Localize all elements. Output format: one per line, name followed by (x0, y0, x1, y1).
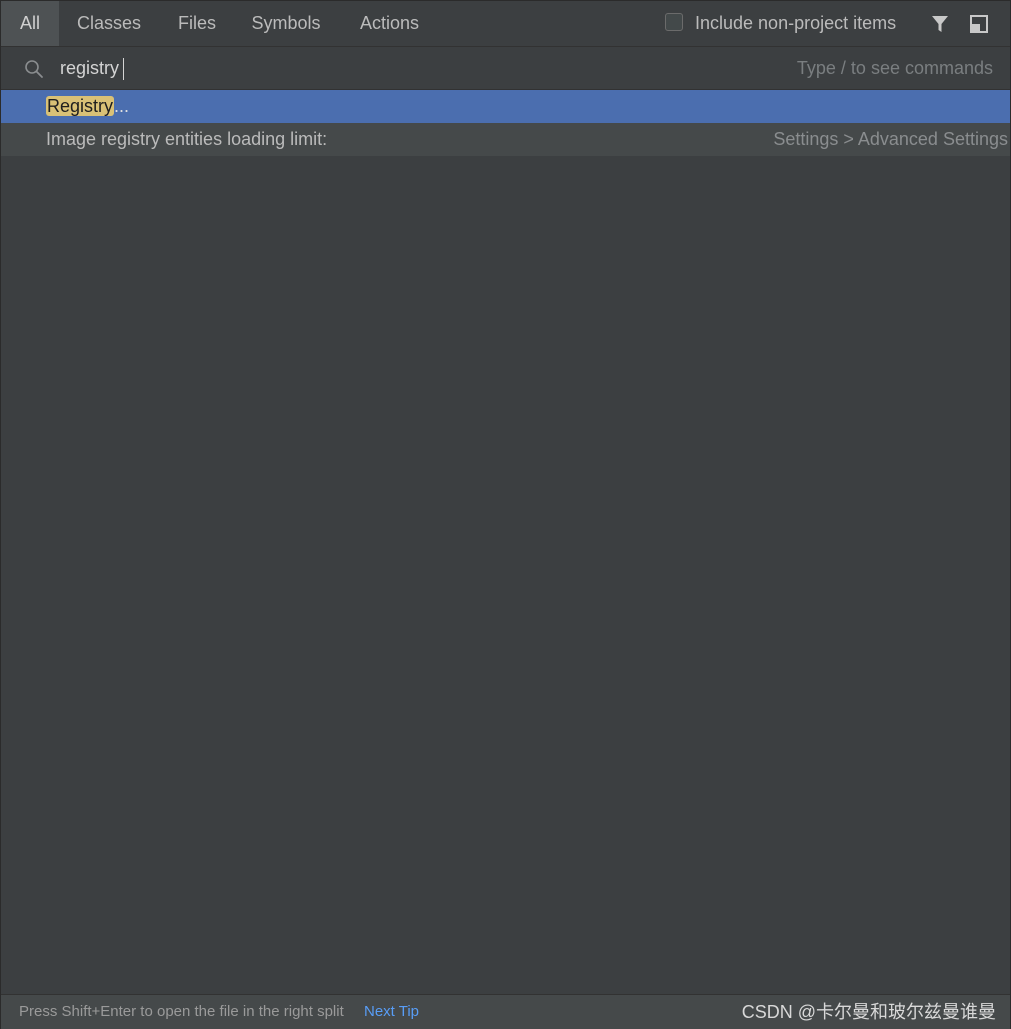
watermark: CSDN @卡尔曼和玻尔兹曼谁曼 (741, 1002, 996, 1022)
filter-icon[interactable] (930, 14, 950, 34)
results-list: Registry... Image registry entities load… (1, 90, 1010, 156)
scope-tabbar: All Classes Files Symbols Actions Includ… (1, 1, 1010, 47)
result-item-registry[interactable]: Registry... (1, 90, 1010, 123)
tab-symbols[interactable]: Symbols (235, 1, 337, 46)
next-tip-link[interactable]: Next Tip (364, 995, 419, 1029)
tab-files[interactable]: Files (159, 1, 235, 46)
preview-panel-icon[interactable] (969, 14, 989, 34)
search-bar: Type / to see commands (1, 47, 1010, 90)
result-ellipsis: ... (114, 96, 130, 116)
search-icon (25, 60, 43, 78)
search-everywhere-popup: All Classes Files Symbols Actions Includ… (0, 0, 1011, 1029)
search-input[interactable] (60, 53, 660, 83)
result-location: Settings > Advanced Settings (773, 129, 1008, 149)
include-non-project-label[interactable]: Include non-project items (695, 1, 896, 46)
tab-all[interactable]: All (1, 1, 59, 46)
tab-actions[interactable]: Actions (337, 1, 442, 46)
footer-tip-text: Press Shift+Enter to open the file in th… (19, 1003, 344, 1020)
search-hint: Type / to see commands (796, 58, 993, 78)
text-caret (123, 58, 124, 80)
result-item-image-registry-limit[interactable]: Image registry entities loading limit: S… (1, 123, 1010, 156)
tab-classes[interactable]: Classes (59, 1, 159, 46)
include-non-project-checkbox[interactable] (665, 13, 683, 31)
result-label: Registry... (46, 90, 129, 123)
result-label: Image registry entities loading limit: (46, 129, 328, 149)
match-highlight: Registry (46, 96, 115, 116)
footer-tip-bar: Press Shift+Enter to open the file in th… (1, 994, 1010, 1029)
